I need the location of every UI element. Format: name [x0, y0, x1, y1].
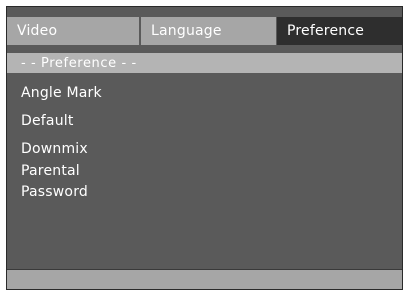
menu-item-parental[interactable]: Parental — [21, 163, 80, 179]
footer-bar — [7, 269, 402, 289]
preference-menu: Angle Mark Default Downmix Parental Pass… — [7, 73, 402, 269]
menu-item-downmix[interactable]: Downmix — [21, 141, 88, 157]
tab-preference[interactable]: Preference — [277, 17, 402, 45]
tab-language[interactable]: Language — [141, 17, 277, 45]
menu-item-password[interactable]: Password — [21, 184, 88, 200]
menu-item-default[interactable]: Default — [21, 113, 74, 129]
top-strip — [7, 7, 402, 17]
section-header: - - Preference - - — [7, 53, 402, 73]
setup-menu-window: Video Language Preference - - Preference… — [6, 6, 403, 290]
tab-bar: Video Language Preference — [7, 17, 402, 45]
tab-gap — [7, 45, 402, 53]
tab-video[interactable]: Video — [7, 17, 141, 45]
menu-item-angle-mark[interactable]: Angle Mark — [21, 85, 102, 101]
